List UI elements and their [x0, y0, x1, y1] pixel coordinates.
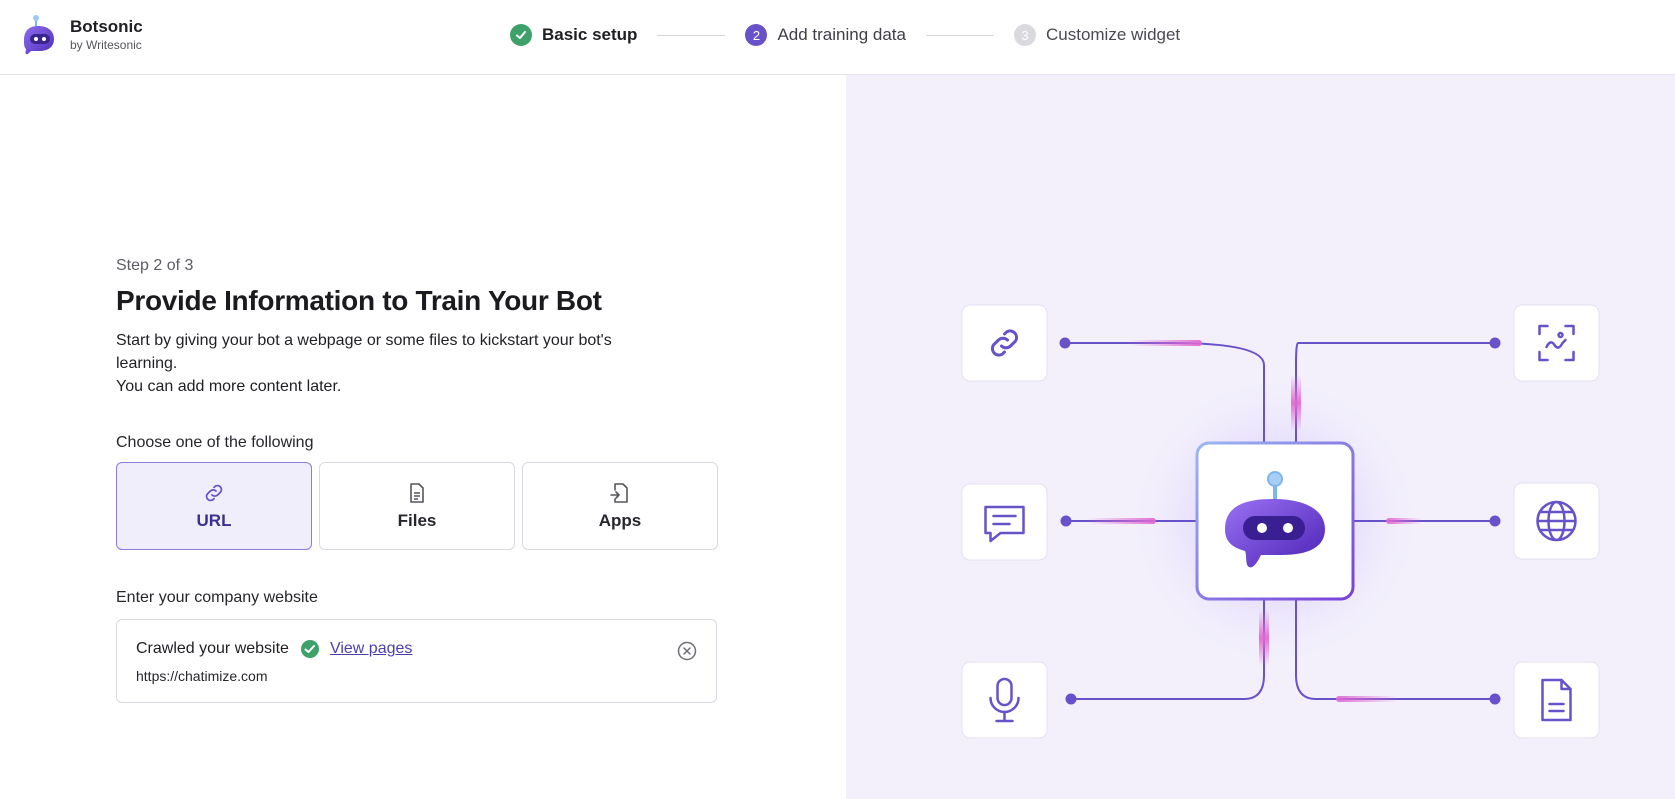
close-circle-icon[interactable]	[677, 641, 697, 661]
source-options: URL Files Apps	[116, 462, 718, 550]
view-pages-link[interactable]: View pages	[330, 640, 412, 658]
website-label: Enter your company website	[116, 589, 318, 606]
step-label: Add training data	[777, 25, 906, 44]
file-icon	[410, 483, 424, 503]
step-number-badge: 3	[1013, 24, 1036, 46]
step-label: Customize widget	[1045, 25, 1181, 44]
check-circle-icon	[300, 640, 319, 658]
brand-name: Botsonic	[70, 17, 143, 36]
description-line: Start by giving your bot a webpage or so…	[116, 332, 612, 372]
step-add-training-data[interactable]: 2 Add training data	[745, 24, 906, 46]
step-connector	[657, 34, 726, 36]
crawl-status-box: Crawled your website View pages https://…	[116, 619, 717, 703]
page-description: Start by giving your bot a webpage or so…	[116, 329, 676, 398]
description-line: You can add more content later.	[116, 378, 342, 395]
main-panel: Step 2 of 3 Provide Information to Train…	[0, 75, 846, 799]
option-label: Apps	[598, 511, 642, 530]
crawl-status-text: Crawled your website	[136, 640, 289, 657]
option-files[interactable]: Files	[319, 462, 515, 550]
option-label: Files	[397, 511, 437, 530]
option-label: URL	[196, 511, 232, 530]
option-apps[interactable]: Apps	[522, 462, 718, 550]
brand[interactable]: Botsonic by Writesonic	[18, 14, 143, 56]
choose-label: Choose one of the following	[116, 434, 314, 451]
page-title: Provide Information to Train Your Bot	[116, 285, 602, 316]
option-url[interactable]: URL	[116, 462, 312, 550]
file-import-icon	[610, 483, 628, 503]
bot-logo-icon	[24, 15, 54, 55]
check-icon	[510, 24, 532, 46]
step-customize-widget[interactable]: 3 Customize widget	[1013, 24, 1181, 46]
step-number-badge: 2	[745, 24, 768, 46]
step-label: Basic setup	[542, 25, 638, 44]
step-basic-setup[interactable]: Basic setup	[510, 24, 637, 46]
integration-illustration	[961, 304, 1600, 739]
crawled-url: https://chatimize.com	[136, 668, 268, 684]
link-icon	[205, 484, 223, 502]
top-header: Botsonic by Writesonic Basic setup 2 Add…	[0, 0, 1675, 75]
step-connector	[925, 34, 994, 36]
illustration-panel	[846, 75, 1675, 799]
stepper: Basic setup 2 Add training data 3 Custom…	[510, 22, 1180, 48]
brand-subtitle: by Writesonic	[70, 38, 142, 52]
step-count: Step 2 of 3	[116, 257, 194, 274]
